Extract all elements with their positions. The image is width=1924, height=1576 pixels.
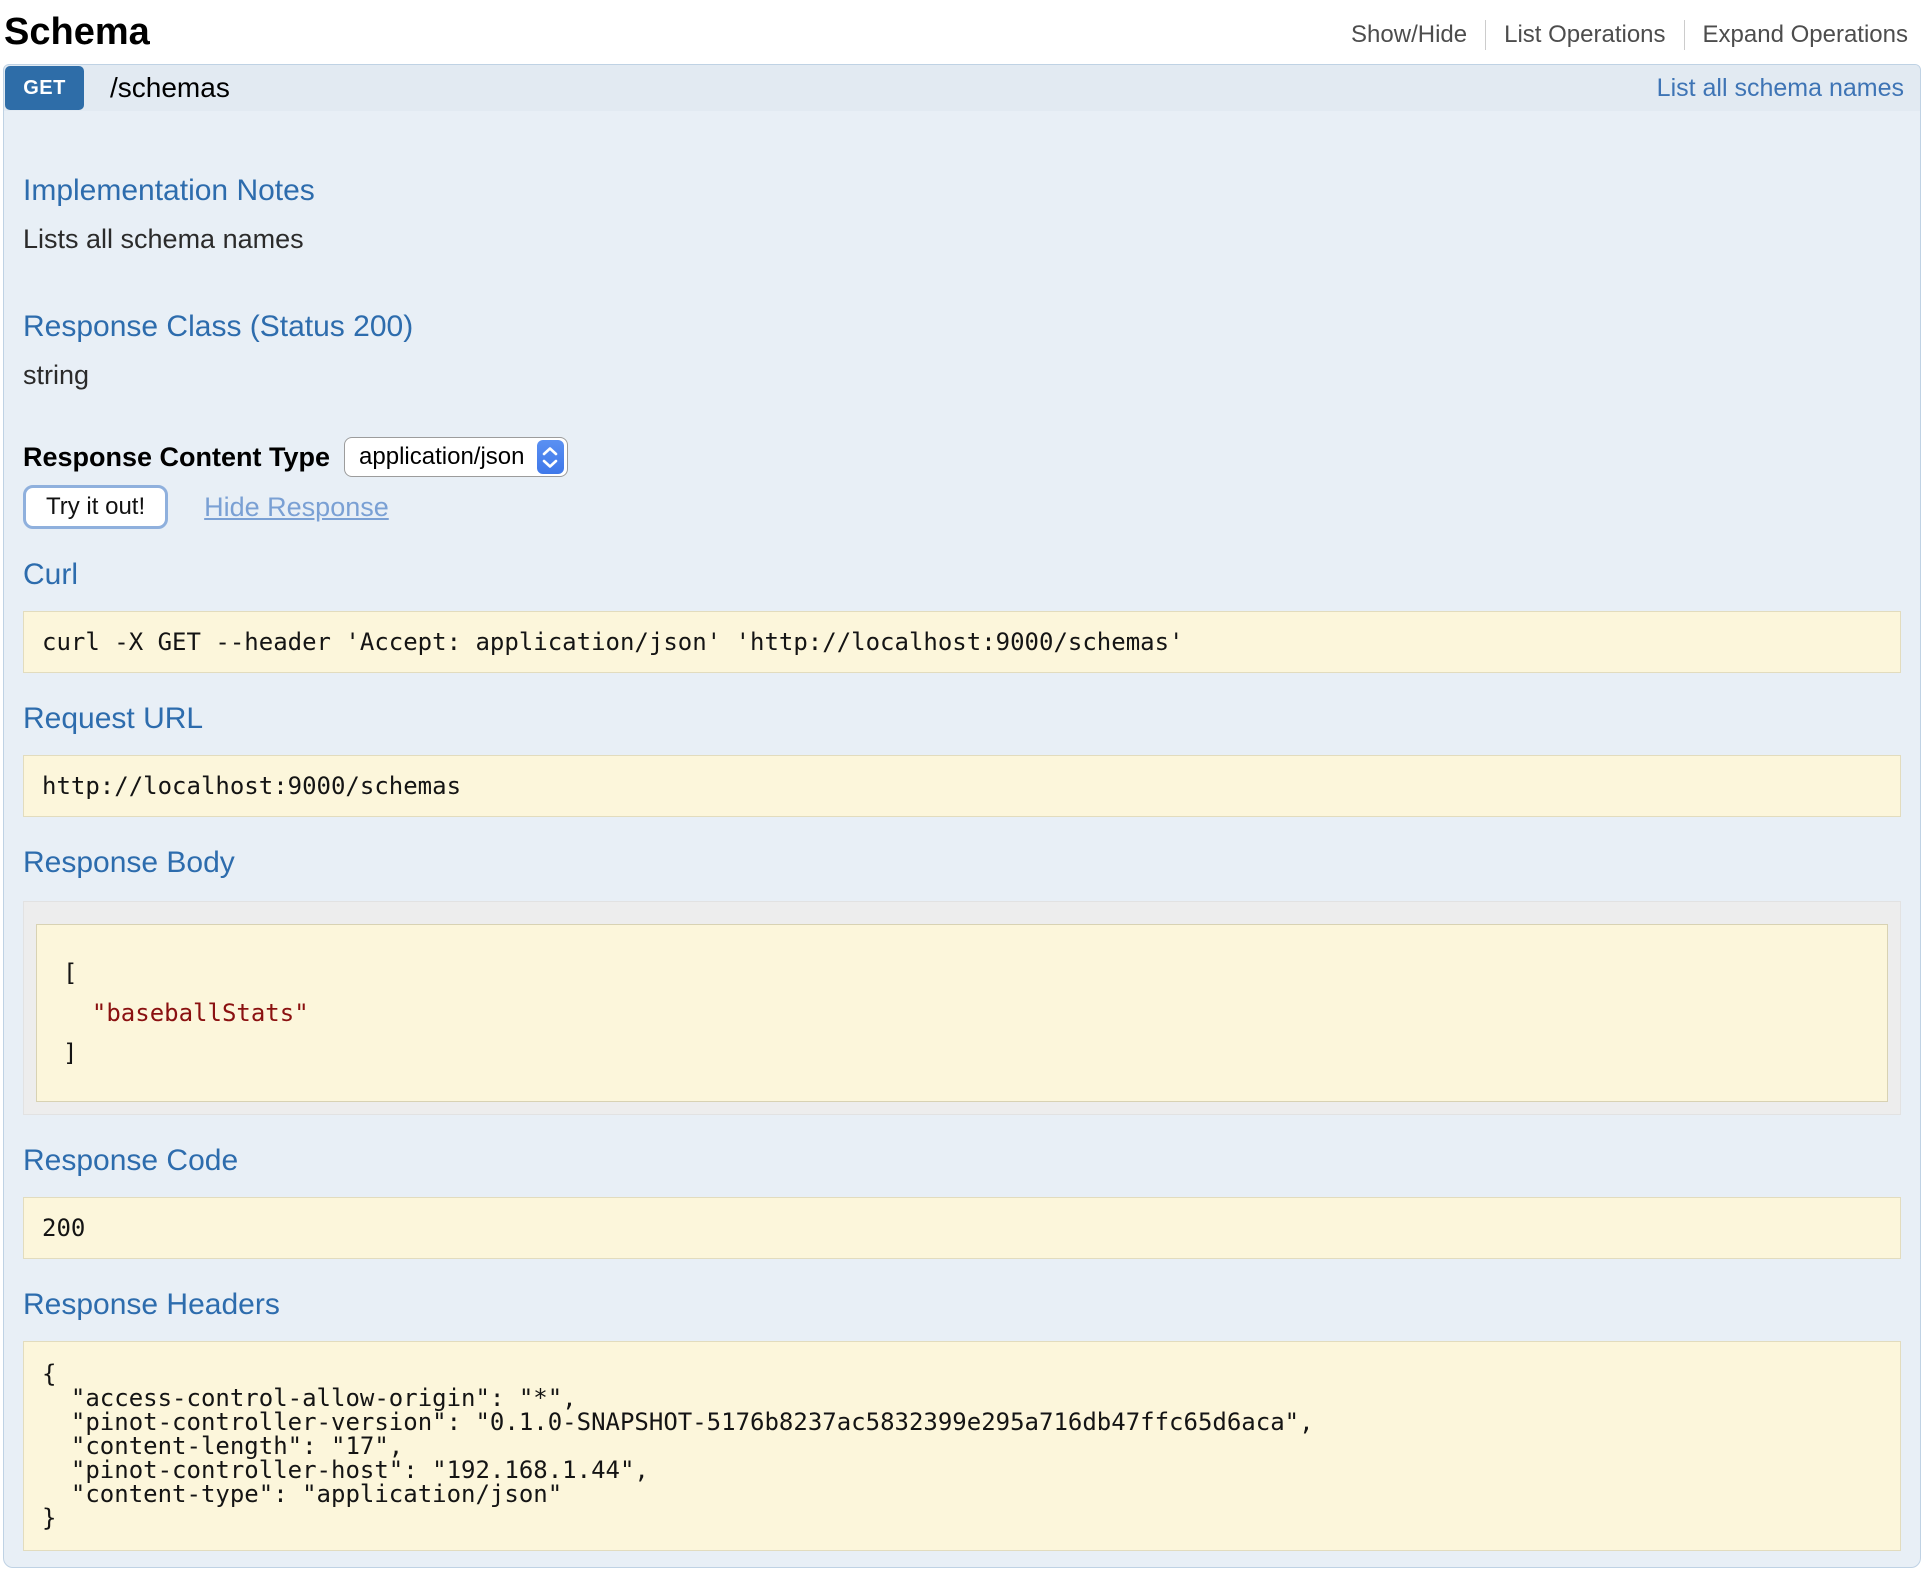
curl-heading: Curl (23, 557, 1901, 593)
json-open-bracket: [ (63, 953, 1861, 993)
response-content-type-label: Response Content Type (23, 442, 330, 473)
implementation-notes-text: Lists all schema names (23, 223, 1901, 255)
list-operations-link[interactable]: List Operations (1504, 21, 1665, 49)
response-body-container: [ "baseballStats" ] (23, 901, 1901, 1115)
endpoint-panel: GET /schemas List all schema names Imple… (3, 64, 1921, 1568)
response-class-heading: Response Class (Status 200) (23, 309, 1901, 345)
selected-content-type: application/json (359, 443, 536, 471)
expand-operations-link[interactable]: Expand Operations (1703, 21, 1908, 49)
nav-separator (1485, 20, 1486, 50)
try-it-out-row: Try it out! Hide Response (23, 485, 1901, 529)
response-headers-heading: Response Headers (23, 1287, 1901, 1323)
hide-response-link[interactable]: Hide Response (204, 492, 389, 523)
page-header: Schema Show/Hide List Operations Expand … (0, 0, 1924, 64)
response-code-block: 200 (23, 1197, 1901, 1259)
implementation-notes-heading: Implementation Notes (23, 173, 1901, 209)
json-schema-name-value: "baseballStats" (63, 993, 1861, 1033)
nav-separator (1684, 20, 1685, 50)
page-title: Schema (4, 12, 150, 54)
response-class-text: string (23, 359, 1901, 391)
endpoint-path-link[interactable]: /schemas (110, 72, 230, 104)
response-content-type-row: Response Content Type application/json (23, 437, 1901, 477)
response-code-heading: Response Code (23, 1143, 1901, 1179)
request-url-block: http://localhost:9000/schemas (23, 755, 1901, 817)
endpoint-content: Implementation Notes Lists all schema na… (4, 173, 1920, 1567)
response-body-json: [ "baseballStats" ] (36, 924, 1888, 1102)
curl-command-block: curl -X GET --header 'Accept: applicatio… (23, 611, 1901, 673)
endpoint-heading: GET /schemas List all schema names (4, 65, 1920, 111)
top-nav: Show/Hide List Operations Expand Operati… (1351, 20, 1908, 54)
select-chevrons-icon (537, 440, 564, 474)
get-method-badge[interactable]: GET (5, 66, 84, 110)
list-all-schema-names-link[interactable]: List all schema names (1657, 74, 1904, 103)
response-body-heading: Response Body (23, 845, 1901, 881)
response-content-type-select[interactable]: application/json (344, 437, 567, 477)
try-it-out-button[interactable]: Try it out! (23, 485, 168, 529)
response-headers-block: { "access-control-allow-origin": "*", "p… (23, 1341, 1901, 1551)
show-hide-link[interactable]: Show/Hide (1351, 21, 1467, 49)
json-close-bracket: ] (63, 1033, 1861, 1073)
request-url-heading: Request URL (23, 701, 1901, 737)
